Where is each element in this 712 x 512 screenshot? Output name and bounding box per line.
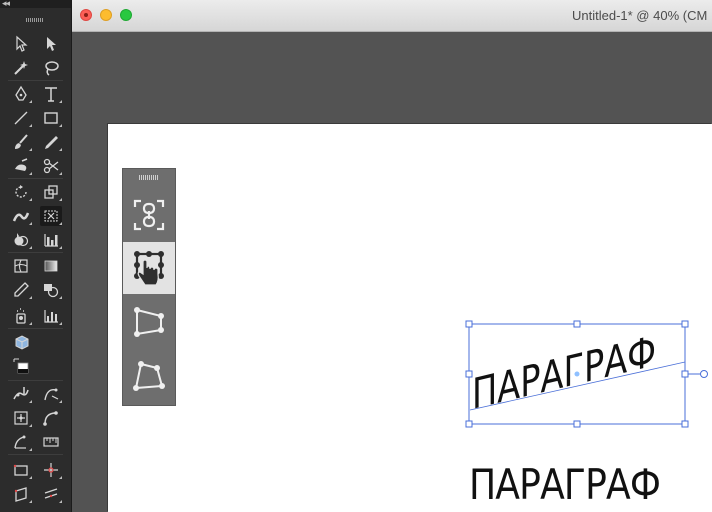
handle-top-left[interactable] (465, 320, 473, 328)
rotation-handle[interactable] (700, 370, 708, 378)
handle-bottom-right[interactable] (681, 420, 689, 428)
selection-overlay: ПАРАГРАФ (465, 320, 708, 428)
transformed-text[interactable]: ПАРАГРАФ (472, 327, 656, 420)
plain-text[interactable]: ПАРАГРАФ (469, 460, 661, 509)
handle-top-right[interactable] (681, 320, 689, 328)
handle-top-center[interactable] (573, 320, 581, 328)
handle-bottom-center[interactable] (573, 420, 581, 428)
handle-middle-right[interactable] (681, 370, 689, 378)
handle-middle-left[interactable] (465, 370, 473, 378)
handle-bottom-left[interactable] (465, 420, 473, 428)
